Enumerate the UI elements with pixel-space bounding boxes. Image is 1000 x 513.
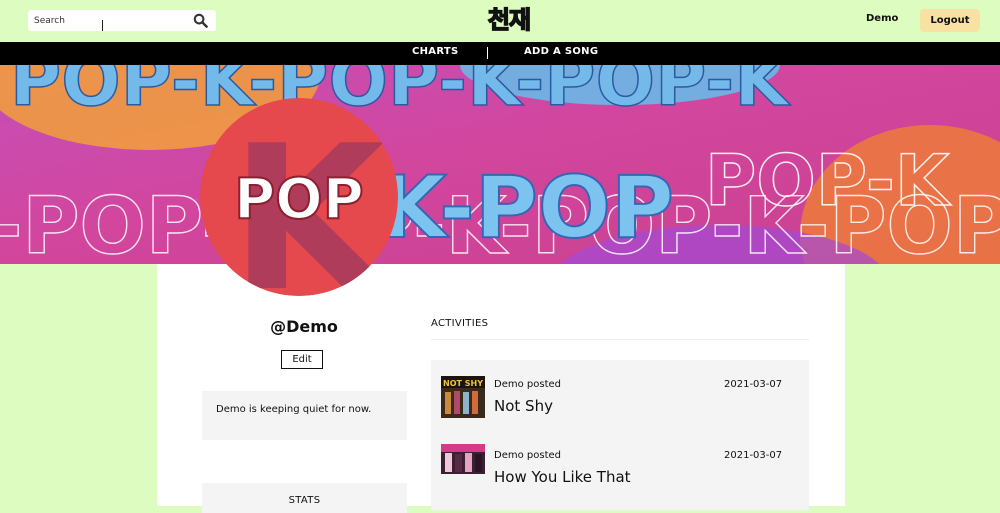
activity-song-title[interactable]: Not Shy [494, 397, 553, 415]
site-logo[interactable]: 천재 [484, 3, 534, 37]
svg-text:POP-K: POP-K [705, 140, 952, 222]
svg-text:POP-K-POP-K-POP-K: POP-K-POP-K-POP-K [10, 65, 791, 122]
nav-charts[interactable]: CHARTS [412, 46, 459, 57]
search-box [28, 10, 216, 31]
avatar-word: POP [234, 167, 364, 232]
nav-add-song[interactable]: ADD A SONG [524, 46, 598, 57]
bio-text: Demo is keeping quiet for now. [216, 404, 372, 415]
top-bar: 천재 Demo Logout [0, 0, 1000, 42]
main-nav: CHARTS ADD A SONG [0, 42, 1000, 65]
activity-date: 2021-03-07 [724, 450, 783, 461]
profile-avatar: K POP [200, 98, 398, 296]
banner-kpop-text: K-POP [380, 158, 674, 258]
search-input[interactable] [28, 10, 188, 31]
activities-title: ACTIVITIES [431, 318, 489, 329]
song-cover-thumbnail[interactable]: NOT SHY [441, 376, 485, 418]
activity-song-title[interactable]: How You Like That [494, 468, 631, 486]
activity-meta: Demo posted [494, 450, 561, 461]
bio-panel: Demo is keeping quiet for now. [202, 391, 407, 440]
search-icon[interactable] [193, 13, 208, 28]
activity-list: NOT SHY Demo posted 2021-03-07 Not Shy D… [431, 360, 809, 510]
edit-profile-button[interactable]: Edit [281, 350, 323, 369]
user-profile-link[interactable]: Demo [866, 13, 898, 24]
stats-title: STATS [288, 495, 321, 506]
song-cover-thumbnail[interactable] [441, 444, 485, 474]
cover-title: NOT SHY [443, 379, 483, 388]
activity-item[interactable]: NOT SHY Demo posted 2021-03-07 Not Shy [431, 360, 809, 420]
kpop-avatar-image: K POP [200, 98, 398, 296]
profile-banner: -POP-POP-K-POP-K-POP- POP-K-POP-K-POP-K … [0, 65, 1000, 264]
activity-meta: Demo posted [494, 379, 561, 390]
logout-button[interactable]: Logout [920, 9, 980, 32]
activity-date: 2021-03-07 [724, 379, 783, 390]
activities-divider [431, 339, 809, 340]
stats-panel: STATS [202, 483, 407, 513]
kpop-banner-image: -POP-POP-K-POP-K-POP- POP-K-POP-K-POP-K … [0, 65, 1000, 264]
text-cursor-icon [102, 20, 103, 31]
activity-item[interactable]: Demo posted 2021-03-07 How You Like That [431, 431, 809, 491]
profile-username: @Demo [270, 317, 338, 336]
nav-divider [487, 47, 488, 59]
